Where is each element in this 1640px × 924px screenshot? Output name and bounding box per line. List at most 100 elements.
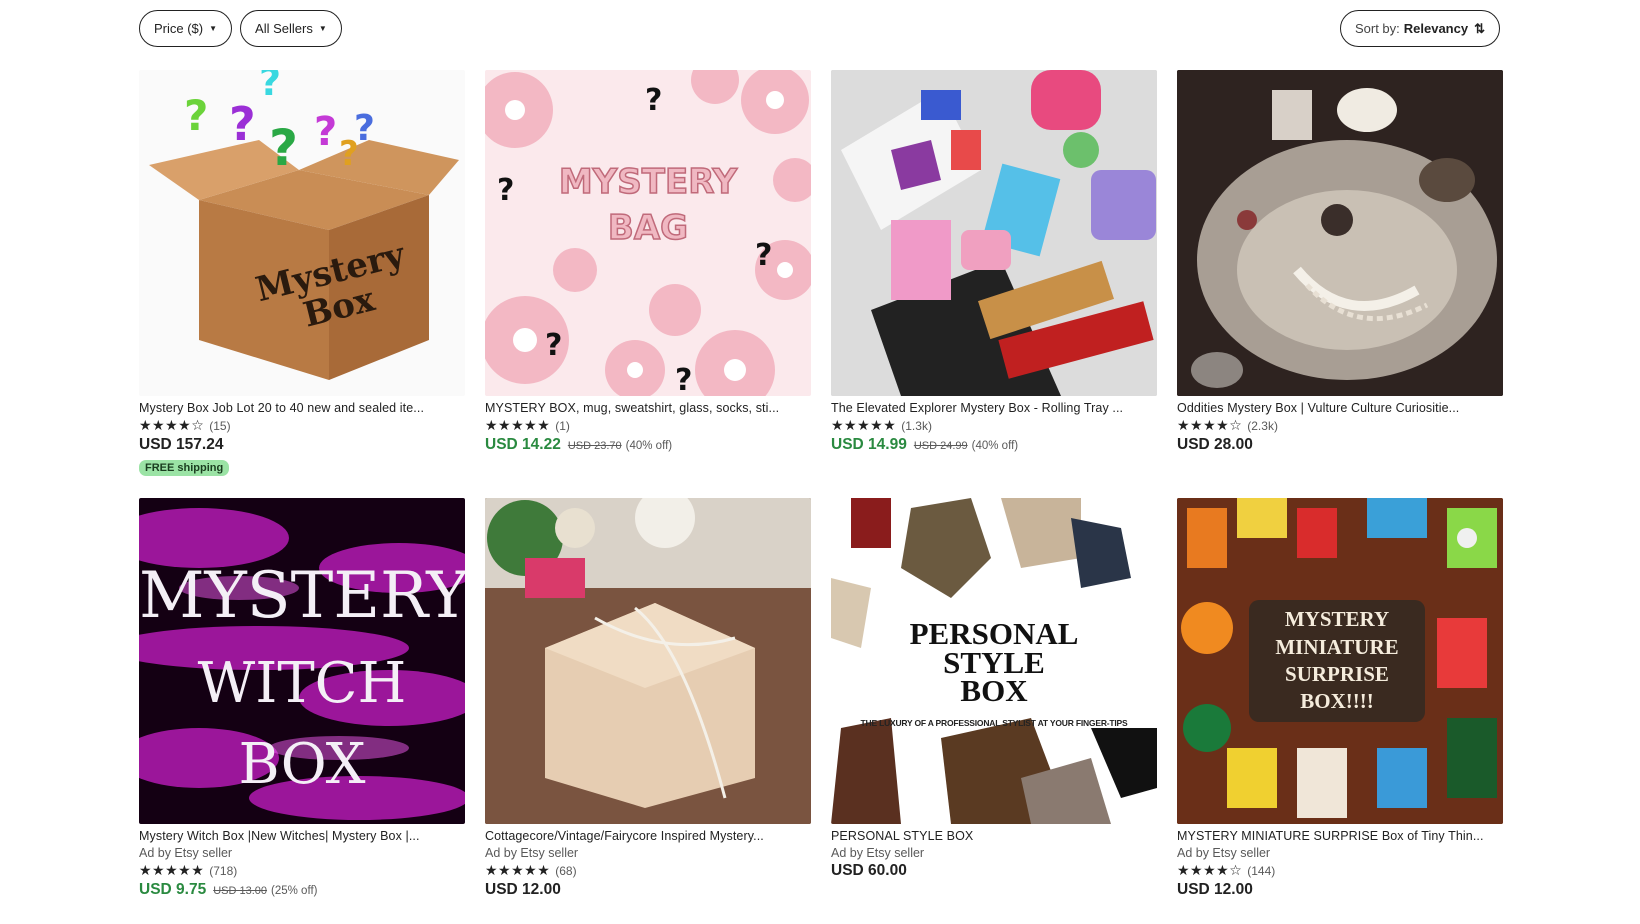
review-count: (15): [209, 418, 231, 433]
listing-title[interactable]: MYSTERY BOX, mug, sweatshirt, glass, soc…: [485, 401, 811, 415]
sale-price: USD 14.99: [831, 436, 907, 453]
free-shipping-badge: FREE shipping: [139, 460, 230, 476]
caret-down-icon: ▼: [209, 24, 218, 33]
mini-text-line3: SURPRISE: [1285, 662, 1389, 686]
price-line: USD 12.00: [1177, 881, 1503, 899]
price: USD 60.00: [831, 862, 907, 879]
price-line: USD 9.75 USD 13.00 (25% off): [139, 881, 465, 899]
price-filter-button[interactable]: Price ($) ▼: [139, 10, 233, 47]
ad-label: Ad by Etsy seller: [139, 846, 233, 860]
svg-text:?: ?: [675, 363, 692, 396]
svg-text:?: ?: [269, 119, 298, 177]
listing-card[interactable]: Cottagecore/Vintage/Fairycore Inspired M…: [485, 498, 811, 899]
rating: ★★★★★ (718): [139, 862, 465, 879]
listing-card[interactable]: ?? ?? ? MYSTERY BAG MYSTERY BOX, mug, sw…: [485, 70, 811, 476]
listing-card[interactable]: MYSTERY MINIATURE SURPRISE BOX!!!! MYSTE…: [1177, 498, 1503, 899]
mini-label-box: MYSTERY MINIATURE SURPRISE BOX!!!!: [1249, 600, 1425, 722]
ad-label: Ad by Etsy seller: [1177, 846, 1271, 860]
star-rating-icon: ★★★★☆: [139, 417, 205, 433]
bag-text-line2: BAG: [607, 207, 689, 248]
star-rating-icon: ★★★★☆: [1177, 862, 1243, 878]
ad-label: Ad by Etsy seller: [485, 846, 579, 860]
caret-down-icon: ▼: [318, 24, 327, 33]
listing-image[interactable]: [1177, 70, 1503, 396]
listing-card[interactable]: ? ? ? ? ? ? ? Mystery Box Mystery Box Jo…: [139, 70, 465, 476]
listing-title[interactable]: Mystery Box Job Lot 20 to 40 new and sea…: [139, 401, 465, 415]
listing-card[interactable]: Oddities Mystery Box | Vulture Culture C…: [1177, 70, 1503, 476]
discount-percent: (40% off): [625, 440, 673, 452]
discount-percent: (25% off): [271, 885, 318, 897]
style-text-line3: BOX: [960, 673, 1028, 709]
price-line: USD 60.00: [831, 862, 1157, 880]
rating: ★★★★☆ (144): [1177, 862, 1503, 879]
listing-grid: ? ? ? ? ? ? ? Mystery Box Mystery Box Jo…: [139, 70, 1503, 899]
review-count: (68): [555, 863, 577, 878]
svg-text:?: ?: [259, 70, 281, 104]
listing-image[interactable]: [831, 70, 1157, 396]
style-subtitle: THE LUXURY OF A PROFESSIONAL STYLIST AT …: [860, 718, 1128, 728]
svg-text:?: ?: [545, 328, 562, 363]
discount-percent: (40% off): [971, 440, 1019, 452]
sort-button[interactable]: Sort by: Relevancy ⇅: [1339, 10, 1500, 47]
price: USD 12.00: [1177, 881, 1253, 898]
sort-value: Relevancy: [1403, 21, 1469, 36]
witch-text-line1: MYSTERY: [139, 559, 465, 633]
listing-image[interactable]: MYSTERY MINIATURE SURPRISE BOX!!!!: [1177, 498, 1503, 824]
sort-arrows-icon: ⇅: [1474, 20, 1485, 36]
rating: ★★★★★ (1): [485, 417, 811, 434]
witch-text-line2: WITCH BOX: [197, 650, 407, 797]
original-price: USD 23.70: [567, 440, 622, 452]
listing-title[interactable]: MYSTERY MINIATURE SURPRISE Box of Tiny T…: [1177, 829, 1503, 843]
svg-text:?: ?: [184, 91, 208, 140]
listing-title[interactable]: Mystery Witch Box |New Witches| Mystery …: [139, 829, 465, 843]
original-price: USD 13.00: [213, 885, 268, 897]
sort-prefix: Sort by:: [1354, 21, 1400, 36]
mini-text-line4: BOX!!!!: [1300, 689, 1374, 714]
review-count: (2.3k): [1247, 418, 1278, 433]
listing-image[interactable]: MYSTERY WITCH BOX: [139, 498, 465, 824]
sellers-filter-label: All Sellers: [255, 21, 313, 36]
price: USD 157.24: [139, 436, 224, 453]
listing-title[interactable]: The Elevated Explorer Mystery Box - Roll…: [831, 401, 1157, 415]
listing-image[interactable]: [485, 498, 811, 824]
rating: ★★★★★ (1.3k): [831, 417, 1157, 434]
price: USD 28.00: [1177, 436, 1253, 453]
listing-title[interactable]: PERSONAL STYLE BOX: [831, 829, 1157, 843]
filter-bar: Price ($) ▼ All Sellers ▼: [139, 10, 342, 47]
mini-text-line2: MINIATURE: [1275, 634, 1399, 659]
listing-title[interactable]: Cottagecore/Vintage/Fairycore Inspired M…: [485, 829, 811, 843]
svg-text:?: ?: [645, 83, 662, 118]
svg-text:?: ?: [339, 134, 359, 174]
svg-text:?: ?: [229, 97, 256, 151]
bag-text-line1: MYSTERY: [558, 161, 738, 202]
price-filter-label: Price ($): [154, 21, 204, 36]
original-price: USD 24.99: [913, 440, 968, 452]
price-line: USD 28.00: [1177, 436, 1503, 454]
sellers-filter-button[interactable]: All Sellers ▼: [240, 10, 342, 47]
sale-price: USD 14.22: [485, 436, 561, 453]
price: USD 12.00: [485, 881, 561, 898]
listing-card[interactable]: PERSONAL STYLE BOX THE LUXURY OF A PROFE…: [831, 498, 1157, 899]
price-line: USD 12.00: [485, 881, 811, 899]
rating: ★★★★☆ (15): [139, 417, 465, 434]
star-rating-icon: ★★★★★: [831, 417, 897, 433]
star-rating-icon: ★★★★★: [485, 417, 551, 433]
price-line: USD 157.24: [139, 436, 465, 454]
listing-title[interactable]: Oddities Mystery Box | Vulture Culture C…: [1177, 401, 1503, 415]
listing-image[interactable]: ?? ?? ? MYSTERY BAG: [485, 70, 811, 396]
review-count: (1.3k): [901, 418, 932, 433]
listing-image[interactable]: ? ? ? ? ? ? ? Mystery Box: [139, 70, 465, 396]
price-line: USD 14.99 USD 24.99 (40% off): [831, 436, 1157, 454]
rating: ★★★★☆ (2.3k): [1177, 417, 1503, 434]
rating: ★★★★★ (68): [485, 862, 811, 879]
ad-label: Ad by Etsy seller: [831, 846, 925, 860]
review-count: (718): [209, 863, 238, 878]
star-rating-icon: ★★★★☆: [1177, 417, 1243, 433]
sale-price: USD 9.75: [139, 881, 207, 898]
review-count: (1): [555, 418, 570, 433]
listing-card[interactable]: The Elevated Explorer Mystery Box - Roll…: [831, 70, 1157, 476]
review-count: (144): [1247, 863, 1276, 878]
price-line: USD 14.22 USD 23.70 (40% off): [485, 436, 811, 454]
listing-image[interactable]: PERSONAL STYLE BOX THE LUXURY OF A PROFE…: [831, 498, 1157, 824]
listing-card[interactable]: MYSTERY WITCH BOX Mystery Witch Box |New…: [139, 498, 465, 899]
